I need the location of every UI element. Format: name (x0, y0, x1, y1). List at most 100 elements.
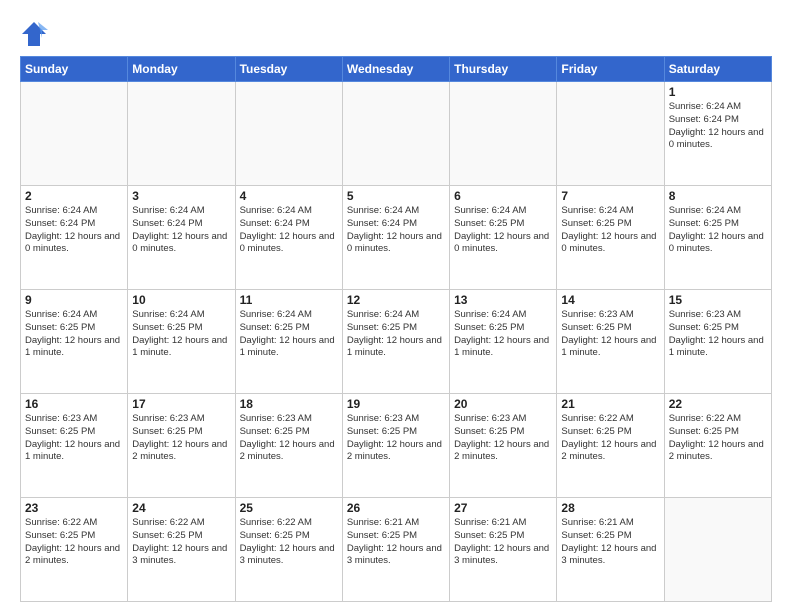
day-info: Sunrise: 6:21 AM Sunset: 6:25 PM Dayligh… (347, 517, 445, 568)
calendar-cell: 7 Sunrise: 6:24 AM Sunset: 6:25 PM Daylig… (557, 186, 664, 290)
weekday-header-friday: Friday (557, 57, 664, 82)
calendar-cell: 10 Sunrise: 6:24 AM Sunset: 6:25 PM Dayli… (128, 290, 235, 394)
day-info: Sunrise: 6:24 AM Sunset: 6:25 PM Dayligh… (25, 309, 123, 360)
day-info: Sunrise: 6:22 AM Sunset: 6:25 PM Dayligh… (669, 413, 767, 464)
calendar-cell: 12 Sunrise: 6:24 AM Sunset: 6:25 PM Dayli… (342, 290, 449, 394)
day-info: Sunrise: 6:24 AM Sunset: 6:24 PM Dayligh… (347, 205, 445, 256)
calendar-cell (128, 82, 235, 186)
day-info: Sunrise: 6:23 AM Sunset: 6:25 PM Dayligh… (240, 413, 338, 464)
weekday-header-thursday: Thursday (450, 57, 557, 82)
day-number: 24 (132, 501, 230, 515)
day-info: Sunrise: 6:23 AM Sunset: 6:25 PM Dayligh… (669, 309, 767, 360)
calendar-cell: 26 Sunrise: 6:21 AM Sunset: 6:25 PM Dayli… (342, 498, 449, 602)
header (20, 16, 772, 48)
day-info: Sunrise: 6:22 AM Sunset: 6:25 PM Dayligh… (240, 517, 338, 568)
calendar-week-5: 23 Sunrise: 6:22 AM Sunset: 6:25 PM Dayli… (21, 498, 772, 602)
calendar-cell: 20 Sunrise: 6:23 AM Sunset: 6:25 PM Dayli… (450, 394, 557, 498)
calendar-cell: 14 Sunrise: 6:23 AM Sunset: 6:25 PM Dayli… (557, 290, 664, 394)
day-info: Sunrise: 6:21 AM Sunset: 6:25 PM Dayligh… (454, 517, 552, 568)
day-number: 23 (25, 501, 123, 515)
day-number: 15 (669, 293, 767, 307)
day-number: 21 (561, 397, 659, 411)
day-info: Sunrise: 6:23 AM Sunset: 6:25 PM Dayligh… (347, 413, 445, 464)
day-number: 26 (347, 501, 445, 515)
day-number: 18 (240, 397, 338, 411)
weekday-header-monday: Monday (128, 57, 235, 82)
day-number: 11 (240, 293, 338, 307)
day-number: 3 (132, 189, 230, 203)
calendar-cell: 17Sunrise: 6:23 AM Sunset: 6:25 PM Dayli… (128, 394, 235, 498)
day-info: Sunrise: 6:24 AM Sunset: 6:25 PM Dayligh… (240, 309, 338, 360)
day-number: 28 (561, 501, 659, 515)
calendar-table: SundayMondayTuesdayWednesdayThursdayFrid… (20, 56, 772, 602)
day-number: 12 (347, 293, 445, 307)
day-number: 16 (25, 397, 123, 411)
day-info: Sunrise: 6:24 AM Sunset: 6:25 PM Dayligh… (669, 205, 767, 256)
day-info: Sunrise: 6:23 AM Sunset: 6:25 PM Dayligh… (454, 413, 552, 464)
calendar-cell: 24 Sunrise: 6:22 AM Sunset: 6:25 PM Dayli… (128, 498, 235, 602)
day-number: 20 (454, 397, 552, 411)
day-number: 14 (561, 293, 659, 307)
calendar-cell (235, 82, 342, 186)
page: SundayMondayTuesdayWednesdayThursdayFrid… (0, 0, 792, 612)
calendar-cell: 13 Sunrise: 6:24 AM Sunset: 6:25 PM Dayli… (450, 290, 557, 394)
calendar-cell: 6Sunrise: 6:24 AM Sunset: 6:25 PM Daylig… (450, 186, 557, 290)
calendar-week-1: 1 Sunrise: 6:24 AM Sunset: 6:24 PM Daylig… (21, 82, 772, 186)
calendar-cell: 19Sunrise: 6:23 AM Sunset: 6:25 PM Dayli… (342, 394, 449, 498)
day-info: Sunrise: 6:24 AM Sunset: 6:25 PM Dayligh… (347, 309, 445, 360)
calendar-cell (342, 82, 449, 186)
calendar-week-4: 16 Sunrise: 6:23 AM Sunset: 6:25 PM Dayli… (21, 394, 772, 498)
calendar-cell: 22 Sunrise: 6:22 AM Sunset: 6:25 PM Dayli… (664, 394, 771, 498)
calendar-cell: 28 Sunrise: 6:21 AM Sunset: 6:25 PM Dayli… (557, 498, 664, 602)
calendar-cell: 11 Sunrise: 6:24 AM Sunset: 6:25 PM Dayli… (235, 290, 342, 394)
logo-icon (20, 20, 48, 48)
day-info: Sunrise: 6:21 AM Sunset: 6:25 PM Dayligh… (561, 517, 659, 568)
day-info: Sunrise: 6:24 AM Sunset: 6:24 PM Dayligh… (669, 101, 767, 152)
day-number: 22 (669, 397, 767, 411)
day-number: 2 (25, 189, 123, 203)
calendar-cell: 23 Sunrise: 6:22 AM Sunset: 6:25 PM Dayli… (21, 498, 128, 602)
day-number: 10 (132, 293, 230, 307)
day-number: 4 (240, 189, 338, 203)
day-number: 17 (132, 397, 230, 411)
day-number: 9 (25, 293, 123, 307)
day-info: Sunrise: 6:23 AM Sunset: 6:25 PM Dayligh… (561, 309, 659, 360)
day-info: Sunrise: 6:24 AM Sunset: 6:25 PM Dayligh… (454, 205, 552, 256)
calendar-cell: 27 Sunrise: 6:21 AM Sunset: 6:25 PM Dayli… (450, 498, 557, 602)
day-info: Sunrise: 6:22 AM Sunset: 6:25 PM Dayligh… (132, 517, 230, 568)
day-info: Sunrise: 6:24 AM Sunset: 6:25 PM Dayligh… (454, 309, 552, 360)
calendar-cell: 18 Sunrise: 6:23 AM Sunset: 6:25 PM Dayli… (235, 394, 342, 498)
day-info: Sunrise: 6:24 AM Sunset: 6:25 PM Dayligh… (132, 309, 230, 360)
weekday-header-row: SundayMondayTuesdayWednesdayThursdayFrid… (21, 57, 772, 82)
calendar-cell: 9 Sunrise: 6:24 AM Sunset: 6:25 PM Daylig… (21, 290, 128, 394)
weekday-header-sunday: Sunday (21, 57, 128, 82)
day-number: 25 (240, 501, 338, 515)
weekday-header-wednesday: Wednesday (342, 57, 449, 82)
day-number: 7 (561, 189, 659, 203)
calendar-cell: 16 Sunrise: 6:23 AM Sunset: 6:25 PM Dayli… (21, 394, 128, 498)
day-info: Sunrise: 6:22 AM Sunset: 6:25 PM Dayligh… (561, 413, 659, 464)
calendar-cell (664, 498, 771, 602)
calendar-cell (557, 82, 664, 186)
day-info: Sunrise: 6:24 AM Sunset: 6:25 PM Dayligh… (561, 205, 659, 256)
day-number: 27 (454, 501, 552, 515)
calendar-cell: 5Sunrise: 6:24 AM Sunset: 6:24 PM Daylig… (342, 186, 449, 290)
calendar-cell: 25 Sunrise: 6:22 AM Sunset: 6:25 PM Dayli… (235, 498, 342, 602)
calendar-cell: 4 Sunrise: 6:24 AM Sunset: 6:24 PM Daylig… (235, 186, 342, 290)
calendar-cell: 21 Sunrise: 6:22 AM Sunset: 6:25 PM Dayli… (557, 394, 664, 498)
day-info: Sunrise: 6:22 AM Sunset: 6:25 PM Dayligh… (25, 517, 123, 568)
day-number: 8 (669, 189, 767, 203)
calendar-cell: 8 Sunrise: 6:24 AM Sunset: 6:25 PM Daylig… (664, 186, 771, 290)
day-number: 13 (454, 293, 552, 307)
weekday-header-saturday: Saturday (664, 57, 771, 82)
day-info: Sunrise: 6:24 AM Sunset: 6:24 PM Dayligh… (132, 205, 230, 256)
day-info: Sunrise: 6:24 AM Sunset: 6:24 PM Dayligh… (240, 205, 338, 256)
calendar-cell: 2Sunrise: 6:24 AM Sunset: 6:24 PM Daylig… (21, 186, 128, 290)
weekday-header-tuesday: Tuesday (235, 57, 342, 82)
day-number: 1 (669, 85, 767, 99)
calendar-cell: 3 Sunrise: 6:24 AM Sunset: 6:24 PM Daylig… (128, 186, 235, 290)
calendar-cell: 1 Sunrise: 6:24 AM Sunset: 6:24 PM Daylig… (664, 82, 771, 186)
calendar-cell (450, 82, 557, 186)
day-info: Sunrise: 6:23 AM Sunset: 6:25 PM Dayligh… (25, 413, 123, 464)
logo (20, 20, 50, 48)
